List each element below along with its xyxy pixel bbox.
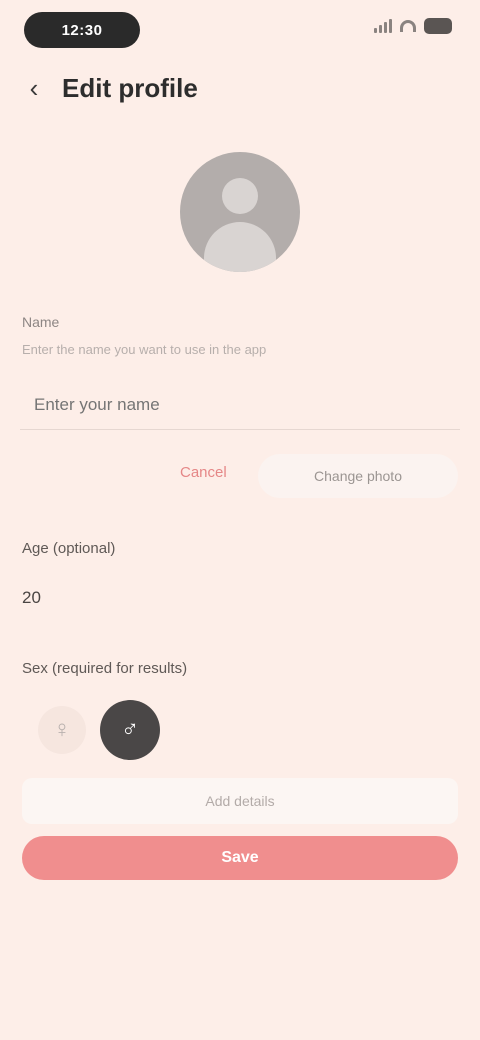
add-details-bar[interactable]: Add details	[22, 778, 458, 824]
sex-option-female[interactable]: ♀	[38, 706, 86, 754]
female-icon: ♀	[53, 716, 71, 743]
name-label: Name	[22, 314, 60, 330]
status-bar: 12:30	[0, 0, 480, 60]
age-label: Age (optional)	[22, 540, 116, 557]
avatar-body	[204, 222, 276, 272]
battery-icon	[424, 18, 452, 34]
back-arrow-icon: ‹	[29, 72, 39, 103]
edit-profile-screen: 12:30 ‹ Edit profile Name Enter the name…	[0, 0, 480, 1040]
add-details-label: Add details	[205, 793, 275, 809]
age-value[interactable]: 20	[22, 588, 41, 608]
cancel-link[interactable]: Cancel	[180, 464, 227, 481]
status-time: 12:30	[24, 12, 140, 48]
app-header: ‹ Edit profile	[16, 66, 464, 110]
male-icon: ♂	[121, 716, 139, 743]
back-button[interactable]: ‹	[16, 70, 52, 106]
name-hint: Enter the name you want to use in the ap…	[22, 342, 267, 357]
avatar-head	[222, 178, 258, 214]
signal-icon	[374, 19, 392, 33]
save-button[interactable]: Save	[22, 836, 458, 880]
avatar[interactable]	[180, 152, 300, 272]
status-icons	[374, 18, 452, 34]
name-actions-row: Cancel Change photo	[0, 452, 480, 500]
sex-label: Sex (required for results)	[22, 660, 188, 677]
sex-options: ♀ ♂	[38, 700, 160, 760]
name-input[interactable]	[20, 380, 460, 430]
sex-option-male[interactable]: ♂	[100, 700, 160, 760]
wifi-icon	[400, 20, 416, 32]
page-title: Edit profile	[62, 72, 198, 103]
change-photo-button[interactable]: Change photo	[258, 454, 458, 498]
